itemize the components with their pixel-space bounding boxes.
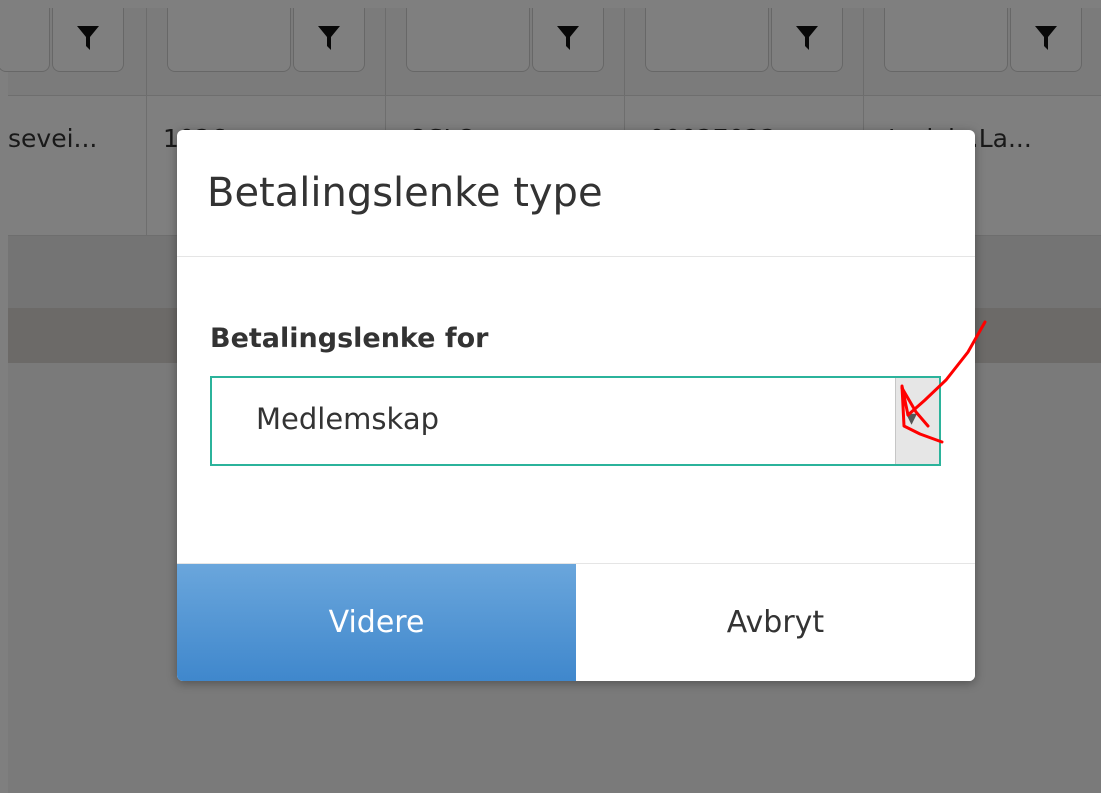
payment-link-for-label: Betalingslenke for [210,323,489,354]
payment-link-type-dialog: Betalingslenke type Betalingslenke for M… [177,130,975,681]
continue-button[interactable]: Videre [177,564,576,681]
chevron-down-icon: ▾ [906,406,918,431]
dialog-title: Betalingslenke type [207,170,603,216]
dialog-footer: Videre Avbryt [177,563,975,681]
page: sevei... 1026 OSLO 00027022 Ludvin.La...… [0,0,1101,793]
dialog-header: Betalingslenke type [177,130,975,257]
dropdown-toggle[interactable]: ▾ [895,378,939,464]
payment-link-for-select[interactable]: Medlemskap ▾ [210,376,941,466]
cancel-button[interactable]: Avbryt [576,564,975,681]
select-value: Medlemskap [256,402,439,436]
